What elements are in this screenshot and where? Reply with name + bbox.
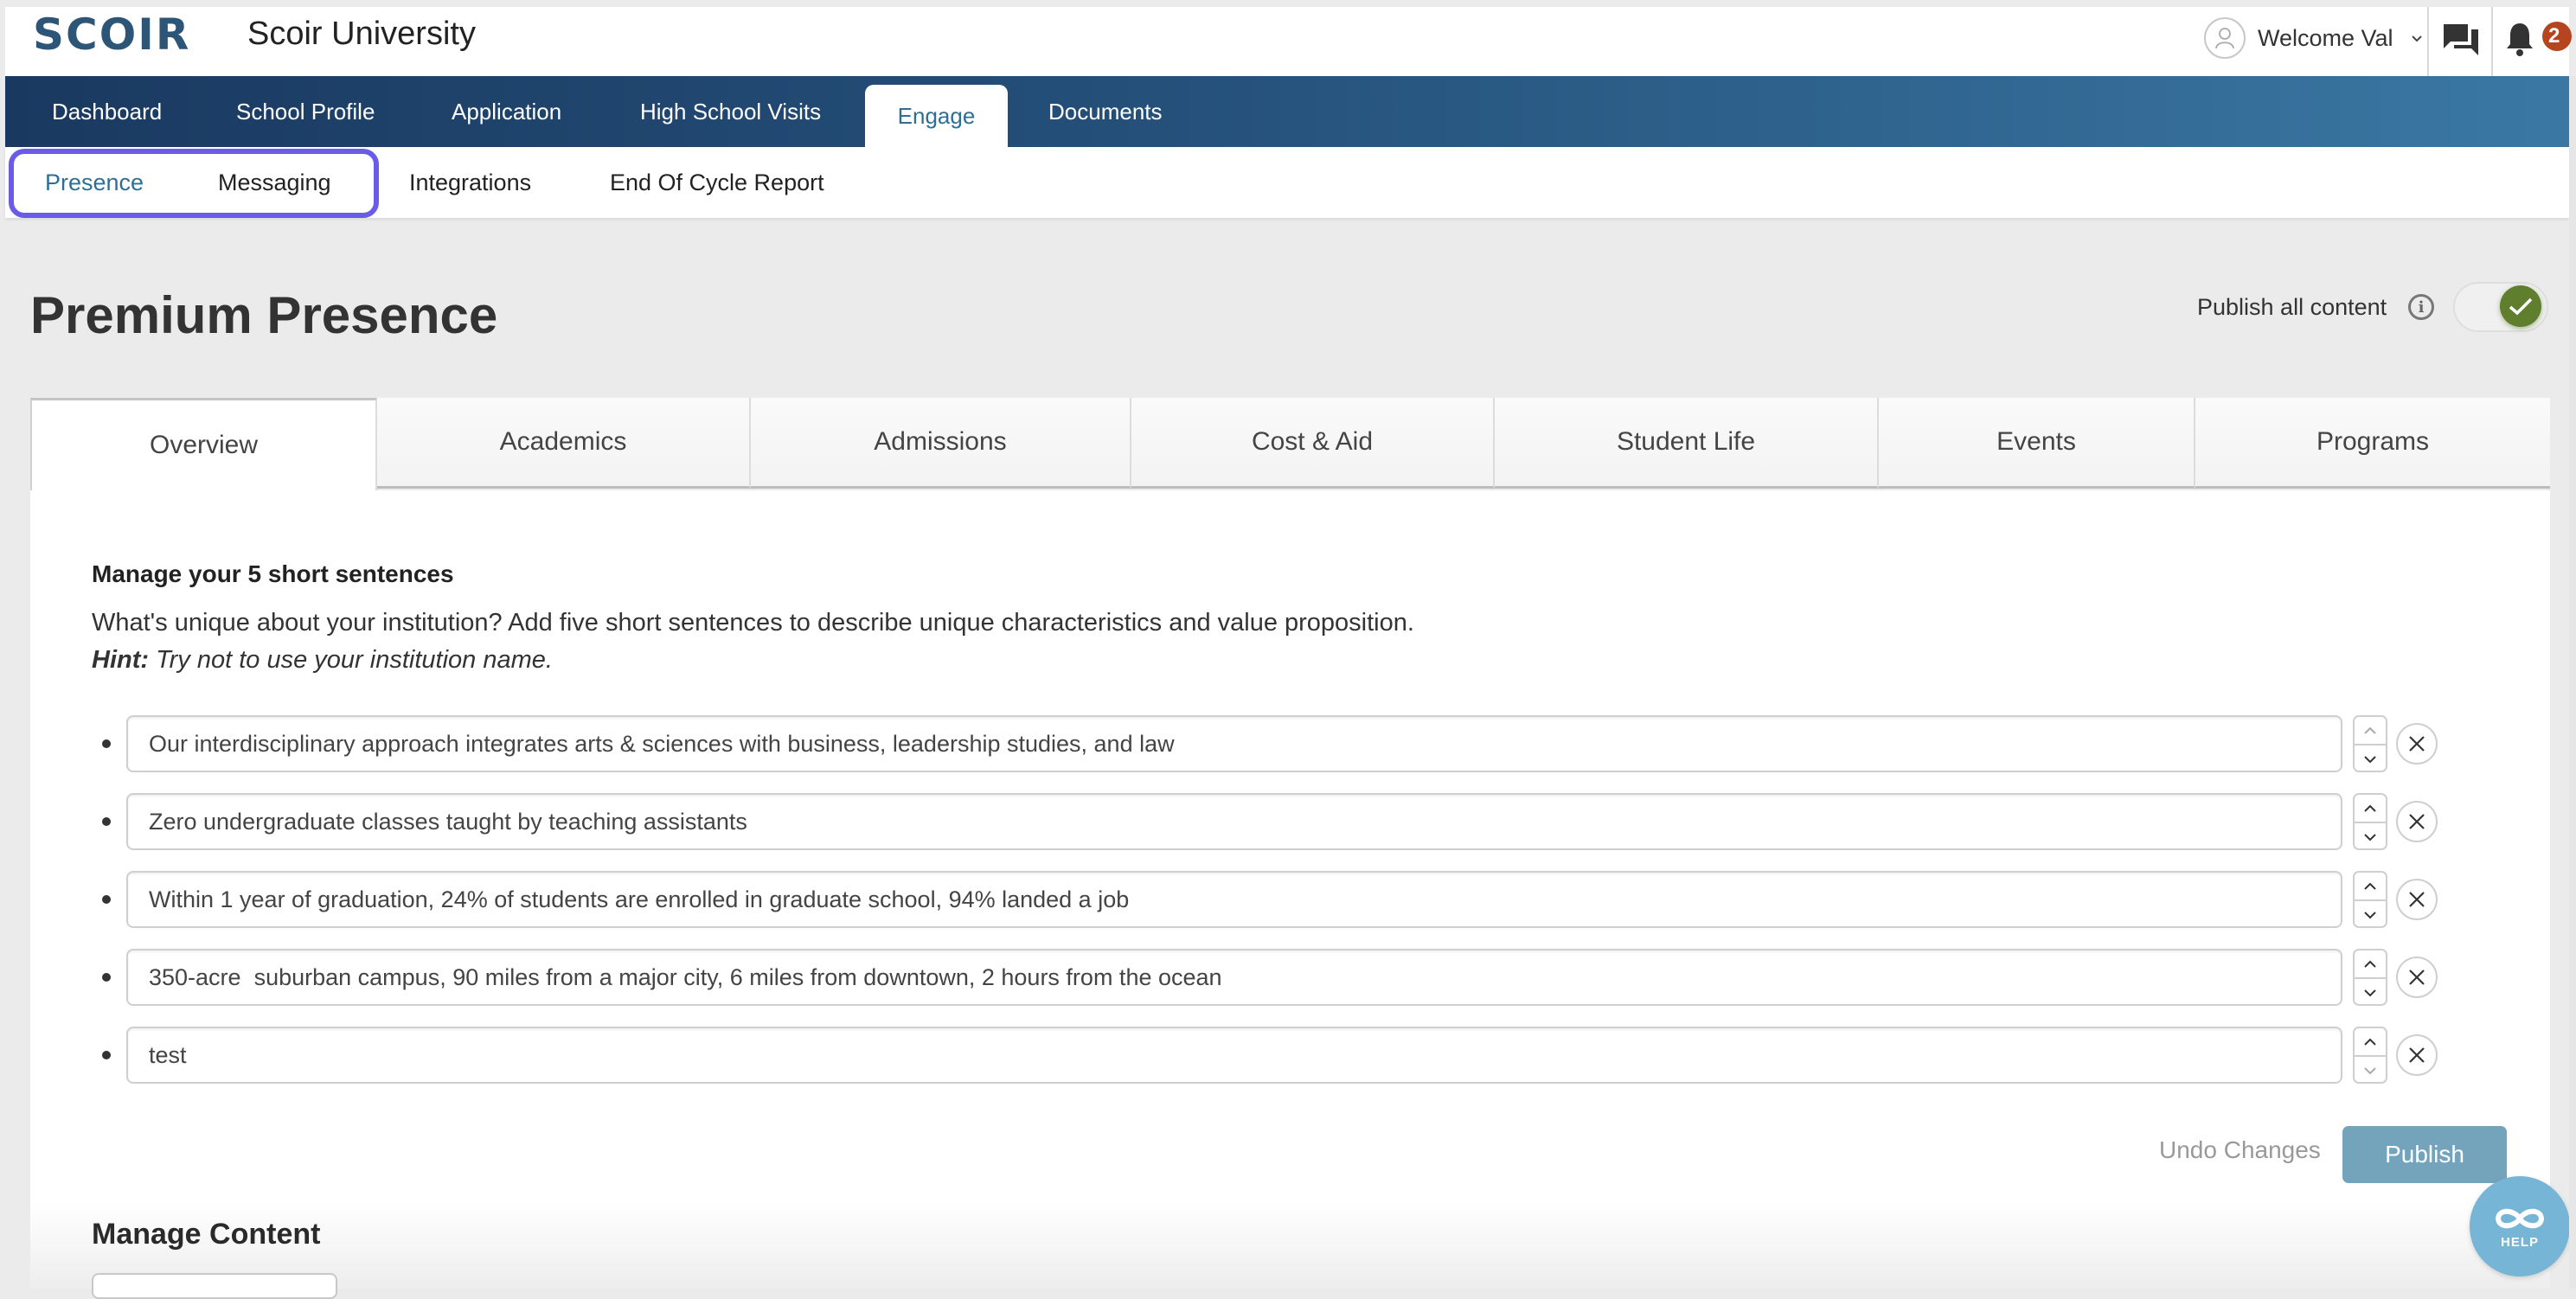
remove-sentence-button[interactable] (2396, 957, 2438, 998)
move-up-button[interactable] (2355, 950, 2386, 979)
undo-changes-button[interactable]: Undo Changes (2159, 1136, 2321, 1164)
nav-school-profile[interactable]: School Profile (236, 76, 375, 147)
scoir-logo[interactable]: SCOIR (33, 10, 191, 60)
close-icon (2409, 736, 2425, 752)
header-divider (2427, 7, 2429, 76)
close-icon (2409, 892, 2425, 907)
tab-overview[interactable]: Overview (30, 398, 377, 490)
reorder-stepper (2353, 1027, 2387, 1084)
notifications-bell-icon[interactable] (2503, 21, 2536, 57)
sentence-input-3[interactable] (126, 871, 2342, 928)
user-menu[interactable]: Welcome Val (2204, 12, 2423, 64)
close-icon (2409, 969, 2425, 985)
manage-content-heading: Manage Content (92, 1218, 321, 1251)
move-up-button[interactable] (2355, 717, 2386, 745)
infinity-icon (2495, 1208, 2545, 1228)
avatar-icon (2204, 17, 2246, 59)
sentences-description: What's unique about your institution? Ad… (92, 609, 1414, 637)
move-up-button[interactable] (2355, 873, 2386, 901)
main-nav (5, 76, 2569, 147)
page-title: Premium Presence (30, 286, 498, 344)
publish-all-label: Publish all content (2197, 294, 2387, 320)
sentence-input-4[interactable] (126, 949, 2342, 1006)
sentences-heading: Manage your 5 short sentences (92, 560, 454, 587)
sentence-input-1[interactable] (126, 715, 2342, 772)
tab-programs[interactable]: Programs (2195, 398, 2550, 489)
tab-events[interactable]: Events (1879, 398, 2195, 489)
nav-dashboard[interactable]: Dashboard (52, 76, 162, 147)
sentence-input-5[interactable] (126, 1027, 2342, 1084)
page-scrollbar[interactable] (2569, 76, 2576, 1289)
info-icon[interactable]: i (2408, 294, 2434, 320)
move-down-button[interactable] (2355, 823, 2386, 848)
move-up-button[interactable] (2355, 1028, 2386, 1057)
nav-documents[interactable]: Documents (1048, 76, 1163, 147)
move-down-button[interactable] (2355, 1057, 2386, 1082)
tab-admissions[interactable]: Admissions (751, 398, 1131, 489)
move-down-button[interactable] (2355, 745, 2386, 771)
reorder-stepper (2353, 715, 2387, 772)
logo-text: SCOIR (33, 10, 191, 60)
bullet (102, 895, 111, 904)
header-divider (2491, 7, 2493, 76)
remove-sentence-button[interactable] (2396, 879, 2438, 920)
welcome-text: Welcome Val (2258, 24, 2393, 51)
sub-nav (5, 147, 2569, 218)
notification-badge: 2 (2542, 22, 2572, 51)
remove-sentence-button[interactable] (2396, 723, 2438, 765)
bullet (102, 817, 111, 826)
manage-content-control[interactable] (92, 1273, 337, 1299)
move-up-button[interactable] (2355, 795, 2386, 823)
bullet (102, 973, 111, 982)
nav-high-school-visits[interactable]: High School Visits (640, 76, 821, 147)
annotation-highlight-box (9, 149, 379, 218)
tab-cost-aid[interactable]: Cost & Aid (1131, 398, 1495, 489)
bullet (102, 1051, 111, 1059)
section-tabs: Overview Academics Admissions Cost & Aid… (30, 398, 2550, 490)
bullet (102, 739, 111, 748)
reorder-stepper (2353, 949, 2387, 1006)
help-label: HELP (2500, 1234, 2539, 1250)
messages-icon[interactable] (2442, 22, 2480, 57)
remove-sentence-button[interactable] (2396, 1034, 2438, 1076)
sentence-input-2[interactable] (126, 793, 2342, 850)
chevron-down-icon (2411, 29, 2423, 48)
hint: Hint: Try not to use your institution na… (92, 646, 553, 675)
reorder-stepper (2353, 793, 2387, 850)
reorder-stepper (2353, 871, 2387, 928)
hint-label: Hint: (92, 646, 150, 674)
toggle-check-icon[interactable] (2500, 285, 2541, 327)
hint-text: Try not to use your institution name. (149, 646, 553, 674)
close-icon (2409, 814, 2425, 829)
school-name: Scoir University (247, 16, 476, 52)
nav-application[interactable]: Application (452, 76, 561, 147)
nav-engage[interactable]: Engage (865, 85, 1008, 147)
help-button[interactable]: HELP (2470, 1176, 2570, 1277)
tab-academics[interactable]: Academics (377, 398, 751, 489)
subnav-integrations[interactable]: Integrations (409, 147, 531, 218)
tab-student-life[interactable]: Student Life (1495, 398, 1879, 489)
publish-button[interactable]: Publish (2342, 1126, 2507, 1183)
move-down-button[interactable] (2355, 979, 2386, 1004)
subnav-end-of-cycle-report[interactable]: End Of Cycle Report (610, 147, 824, 218)
remove-sentence-button[interactable] (2396, 801, 2438, 842)
move-down-button[interactable] (2355, 901, 2386, 926)
close-icon (2409, 1047, 2425, 1063)
